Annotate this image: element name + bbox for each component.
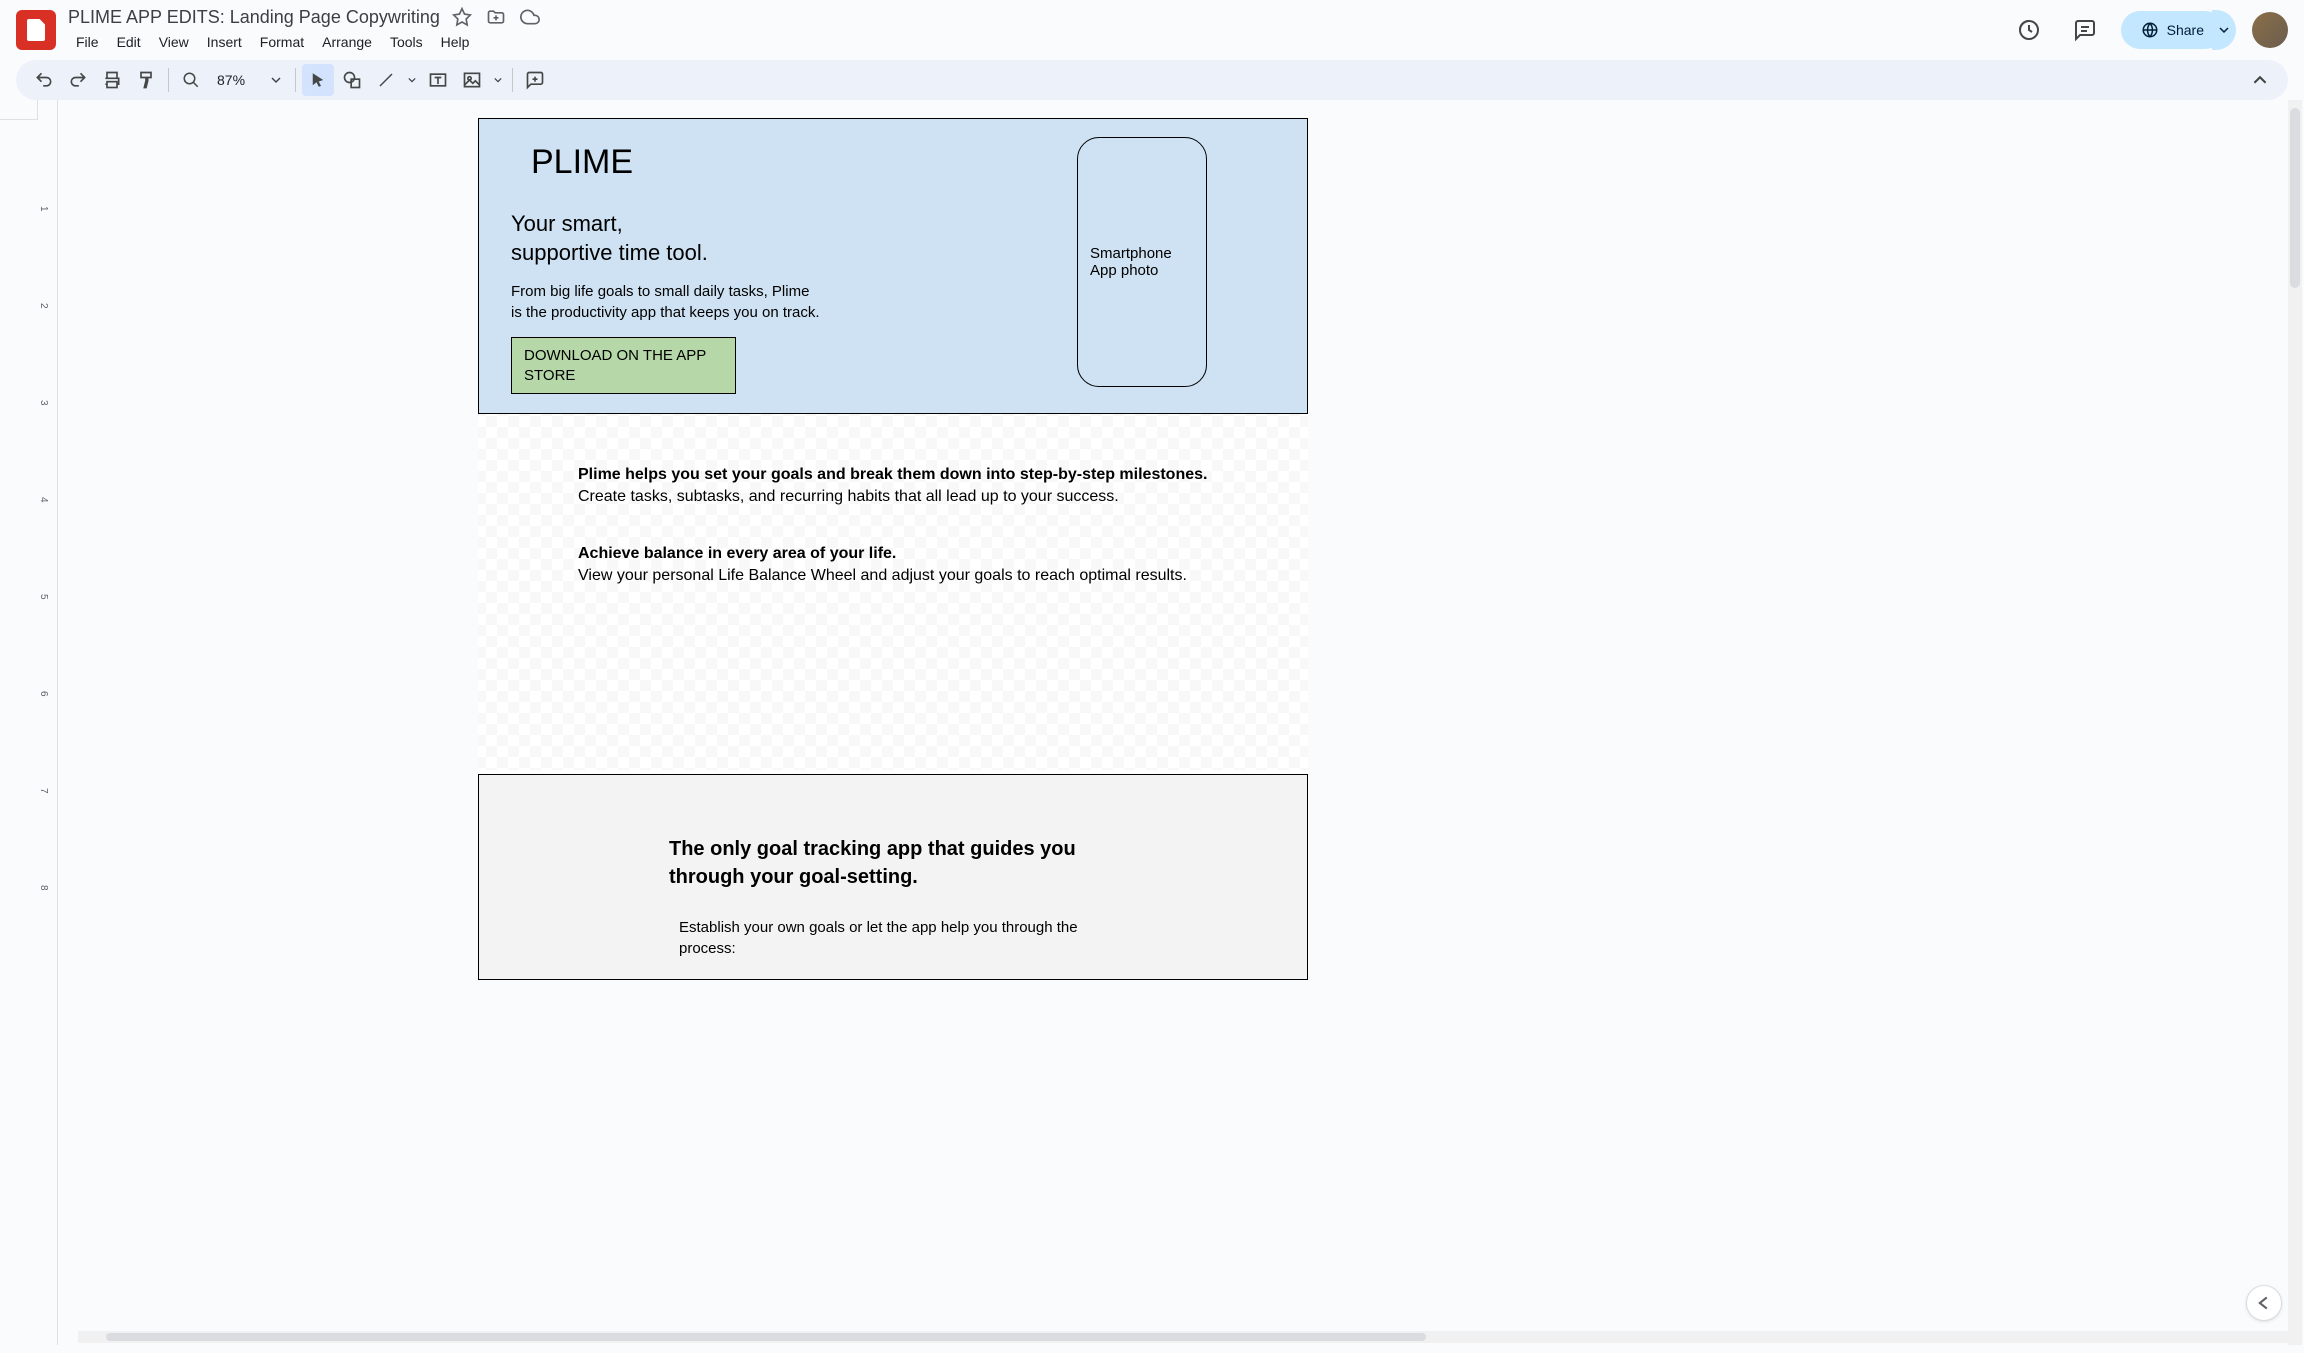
canvas-area: 1 2 3 4 5 6 7 8 1 2 3 4 5 6 7 8	[0, 100, 2304, 1345]
ruler-row: 1 2 3 4 5 6 7 8	[0, 100, 38, 1345]
history-icon[interactable]	[2009, 10, 2049, 50]
feature-title: Achieve balance in every area of your li…	[578, 543, 1208, 565]
feature-desc: Create tasks, subtasks, and recurring ha…	[578, 486, 1208, 508]
feature-block[interactable]: Plime helps you set your goals and break…	[578, 464, 1208, 509]
paint-format-button[interactable]	[130, 64, 162, 96]
canvas-content[interactable]: PLIME Your smart, supportive time tool. …	[58, 100, 2304, 1345]
toolbar-separator	[512, 68, 513, 92]
ruler-tick: 3	[38, 354, 49, 451]
feature-block[interactable]: Achieve balance in every area of your li…	[578, 543, 1208, 588]
zoom-fit-button[interactable]	[175, 64, 207, 96]
redo-button[interactable]	[62, 64, 94, 96]
cloud-icon[interactable]	[520, 7, 540, 27]
menu-view[interactable]: View	[151, 30, 197, 54]
user-avatar[interactable]	[2252, 12, 2288, 48]
cta-desc: Establish your own goals or let the app …	[679, 917, 1117, 959]
ruler-tick: 1	[38, 160, 49, 257]
zoom-select[interactable]: 87%	[209, 68, 289, 92]
feature-title: Plime helps you set your goals and break…	[578, 464, 1208, 486]
horizontal-scrollbar[interactable]	[78, 1331, 2288, 1343]
share-button[interactable]: Share	[2121, 11, 2224, 49]
shape-tool[interactable]	[336, 64, 368, 96]
features-section[interactable]: Plime helps you set your goals and break…	[478, 414, 1308, 770]
move-icon[interactable]	[486, 7, 506, 27]
comments-icon[interactable]	[2065, 10, 2105, 50]
ruler-tick: 5	[38, 548, 49, 645]
doc-title[interactable]: PLIME APP EDITS: Landing Page Copywritin…	[68, 7, 440, 28]
comment-tool[interactable]	[519, 64, 551, 96]
menu-tools[interactable]: Tools	[382, 30, 431, 54]
star-icon[interactable]	[452, 7, 472, 27]
app-header: PLIME APP EDITS: Landing Page Copywritin…	[0, 0, 2304, 60]
select-tool[interactable]	[302, 64, 334, 96]
menu-arrange[interactable]: Arrange	[314, 30, 380, 54]
toolbar-separator	[295, 68, 296, 92]
hero-section-shape[interactable]: PLIME Your smart, supportive time tool. …	[478, 118, 1308, 414]
menu-format[interactable]: Format	[252, 30, 312, 54]
collapse-toolbar-icon[interactable]	[2244, 64, 2276, 96]
ruler-corner	[0, 100, 38, 120]
toolbar: 87%	[16, 60, 2288, 100]
menu-edit[interactable]: Edit	[109, 30, 149, 54]
menu-insert[interactable]: Insert	[199, 30, 250, 54]
ruler-tick: 2	[38, 257, 49, 354]
download-button-shape[interactable]: DOWNLOAD ON THE APP STORE	[511, 337, 736, 394]
share-dropdown[interactable]	[2212, 10, 2236, 50]
menu-help[interactable]: Help	[433, 30, 478, 54]
drawings-logo[interactable]	[16, 10, 56, 50]
ruler-tick: 7	[38, 742, 49, 839]
print-button[interactable]	[96, 64, 128, 96]
content-row: 1 2 3 4 5 6 7 8 PLIME Your smart, suppor…	[38, 100, 2304, 1345]
vertical-ruler[interactable]: 1 2 3 4 5 6 7 8	[38, 100, 58, 1345]
cta-section-shape[interactable]: The only goal tracking app that guides y…	[478, 774, 1308, 980]
menu-file[interactable]: File	[68, 30, 107, 54]
ruler-tick: 6	[38, 645, 49, 742]
scrollbar-thumb[interactable]	[2290, 108, 2300, 288]
share-label: Share	[2167, 22, 2204, 38]
scrollbar-thumb[interactable]	[106, 1333, 1426, 1341]
title-area: PLIME APP EDITS: Landing Page Copywritin…	[68, 7, 2009, 54]
line-dropdown[interactable]	[404, 64, 420, 96]
explore-button[interactable]	[2246, 1285, 2282, 1321]
line-tool[interactable]	[370, 64, 402, 96]
ruler-tick: 4	[38, 451, 49, 548]
drawing-page[interactable]: PLIME Your smart, supportive time tool. …	[478, 118, 1308, 980]
zoom-value: 87%	[217, 72, 245, 88]
image-dropdown[interactable]	[490, 64, 506, 96]
header-right: Share	[2009, 10, 2288, 50]
textbox-tool[interactable]	[422, 64, 454, 96]
ruler-tick: 8	[38, 839, 49, 936]
feature-desc: View your personal Life Balance Wheel an…	[578, 565, 1208, 587]
undo-button[interactable]	[28, 64, 60, 96]
vertical-scrollbar[interactable]	[2288, 100, 2302, 1345]
image-tool[interactable]	[456, 64, 488, 96]
menu-bar: File Edit View Insert Format Arrange Too…	[68, 30, 2009, 54]
doc-title-row: PLIME APP EDITS: Landing Page Copywritin…	[68, 7, 2009, 28]
title-icons	[452, 7, 540, 27]
phone-placeholder-shape[interactable]: Smartphone App photo	[1077, 137, 1207, 387]
cta-title: The only goal tracking app that guides y…	[669, 835, 1117, 891]
toolbar-separator	[168, 68, 169, 92]
